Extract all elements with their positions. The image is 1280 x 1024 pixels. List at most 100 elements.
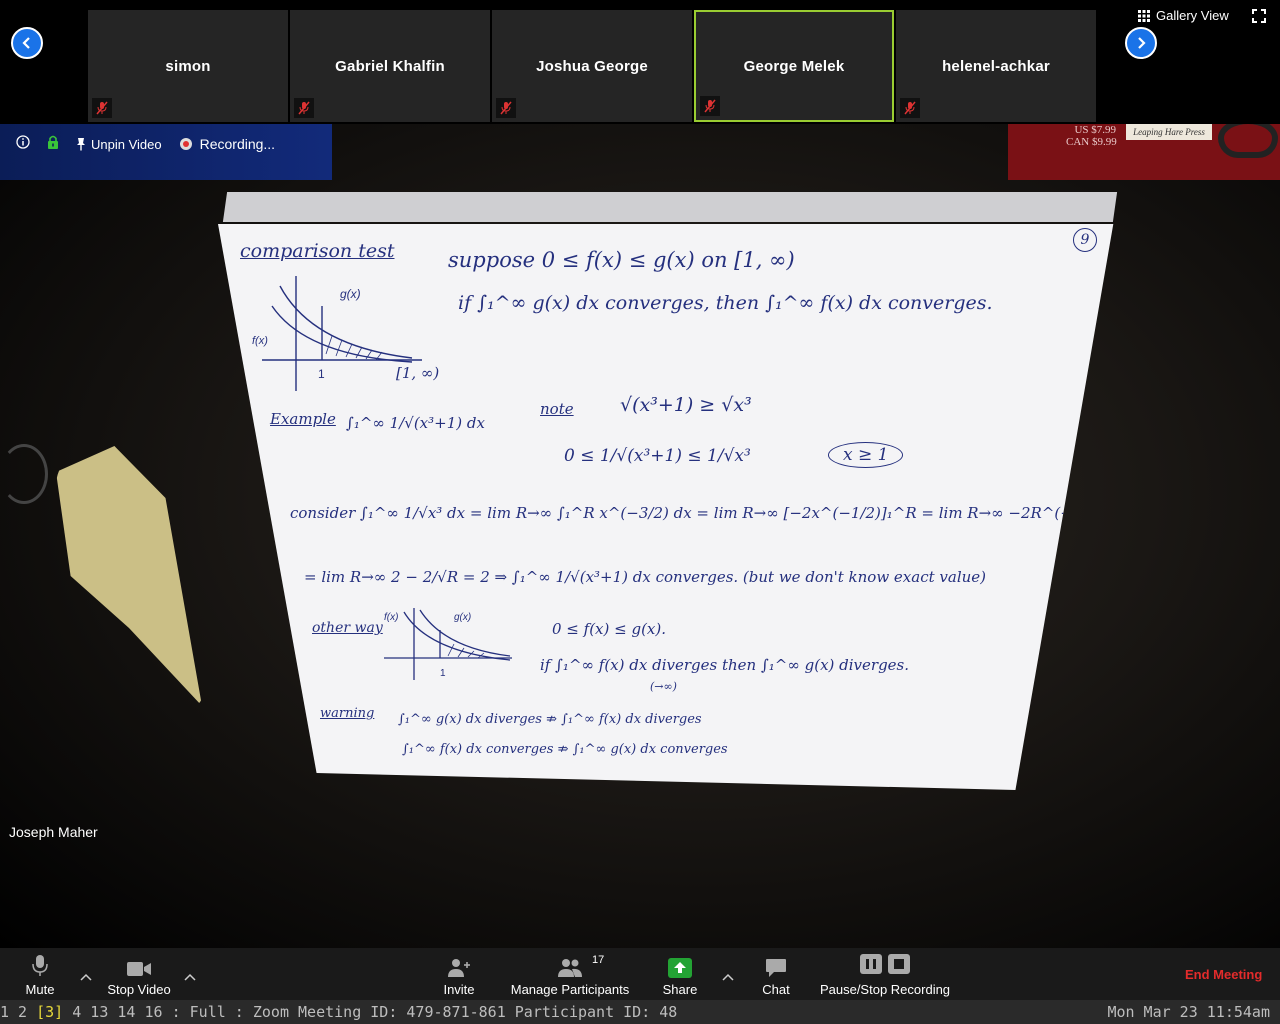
- participant-name: George Melek: [743, 57, 845, 75]
- participant-tile[interactable]: simon: [88, 10, 288, 122]
- notes-line: ∫₁^∞ g(x) dx diverges ⇏ ∫₁^∞ f(x) dx div…: [398, 712, 702, 727]
- notes-title: comparison test: [240, 240, 395, 262]
- fullscreen-button[interactable]: [1252, 9, 1266, 28]
- end-meeting-button[interactable]: End Meeting: [1185, 967, 1262, 982]
- desk-object: [0, 444, 48, 504]
- recording-label: Recording...: [199, 136, 276, 152]
- video-camera-icon: [127, 962, 151, 976]
- book-cover: US $7.99 CAN $9.99 Leaping Hare Press: [1008, 124, 1280, 180]
- notes-line: [1, ∞): [396, 364, 440, 382]
- mute-button[interactable]: Mute: [20, 948, 60, 1000]
- share-options-caret[interactable]: [722, 968, 734, 986]
- meeting-info-icon[interactable]: [16, 134, 30, 154]
- participant-count-badge: 17: [592, 954, 605, 966]
- main-video: US $7.99 CAN $9.99 Leaping Hare Press 9 …: [0, 124, 1280, 948]
- pause-stop-recording-button[interactable]: Pause/Stop Recording: [818, 948, 952, 1000]
- chat-button[interactable]: Chat: [758, 948, 794, 1000]
- pause-stop-recording-label: Pause/Stop Recording: [819, 982, 951, 997]
- window-manager-statusbar: 1 2 [3] 4 13 14 16 : Full : Zoom Meeting…: [0, 1000, 1280, 1024]
- notes-line: note: [540, 400, 574, 418]
- manage-participants-button[interactable]: Manage Participants: [508, 948, 632, 1000]
- notes-line: Example: [270, 410, 336, 428]
- muted-mic-icon: [700, 96, 720, 116]
- stop-video-label: Stop Video: [107, 982, 171, 997]
- chevron-right-icon: [1138, 37, 1146, 49]
- share-button[interactable]: Share: [660, 948, 700, 1000]
- participant-tile-active-speaker[interactable]: George Melek: [694, 10, 894, 122]
- mute-label: Mute: [25, 982, 55, 997]
- previous-page-button[interactable]: [11, 27, 43, 59]
- gallery-view-button[interactable]: Gallery View: [1138, 8, 1229, 23]
- book-tag: Leaping Hare Press: [1126, 124, 1212, 140]
- participant-name: helenel-achkar: [942, 57, 1050, 75]
- recording-controls: [860, 954, 910, 978]
- video-options-caret[interactable]: [184, 968, 196, 986]
- svg-text:1: 1: [318, 367, 325, 381]
- svg-text:1: 1: [440, 668, 446, 679]
- window-title: 4 13 14 16 : Full : Zoom Meeting ID: 479…: [63, 1003, 678, 1021]
- participant-tile[interactable]: Joshua George: [492, 10, 692, 122]
- paper-stack: [222, 192, 1118, 222]
- microphone-icon: [32, 955, 48, 976]
- chevron-left-icon: [22, 37, 30, 49]
- notes-line: 0 ≤ f(x) ≤ g(x).: [552, 620, 667, 638]
- notes-line: = lim R→∞ 2 − 2/√R = 2 ⇒ ∫₁^∞ 1/√(x³+1) …: [304, 568, 987, 586]
- participant-name: Gabriel Khalfin: [335, 57, 445, 75]
- encryption-lock-icon[interactable]: [46, 134, 60, 155]
- pin-icon: [77, 138, 85, 151]
- book-price: US $7.99 CAN $9.99: [1066, 124, 1117, 148]
- svg-text:f(x): f(x): [384, 612, 398, 623]
- chevron-up-icon: [184, 973, 196, 981]
- add-user-icon: [448, 959, 470, 977]
- notes-line: ∫₁^∞ 1/√(x³+1) dx: [346, 414, 485, 432]
- chat-bubble-icon: [766, 959, 786, 977]
- share-screen-icon: [668, 958, 692, 978]
- svg-text:f(x): f(x): [252, 335, 268, 347]
- next-page-button[interactable]: [1125, 27, 1157, 59]
- muted-mic-icon: [92, 98, 112, 118]
- gallery-strip: simon Gabriel Khalfin Joshua George Geor…: [0, 0, 1280, 124]
- participant-name: Joshua George: [536, 57, 648, 75]
- unpin-video-label: Unpin Video: [91, 136, 162, 152]
- participants-icon: [558, 959, 582, 977]
- binder-clip: [1218, 124, 1278, 158]
- invite-button[interactable]: Invite: [440, 948, 478, 1000]
- notes-line: ∫₁^∞ f(x) dx converges ⇏ ∫₁^∞ g(x) dx co…: [402, 742, 728, 757]
- workspace-list[interactable]: 1 2: [0, 1003, 36, 1021]
- chevron-up-icon: [80, 973, 92, 981]
- active-workspace[interactable]: [3]: [36, 1003, 63, 1021]
- notes-line: 0 ≤ 1/√(x³+1) ≤ 1/√x³: [564, 446, 751, 466]
- participant-tile[interactable]: helenel-achkar: [896, 10, 1096, 122]
- invite-label: Invite: [443, 982, 475, 997]
- grid-icon: [1138, 9, 1150, 22]
- notes-paper: 9 comparison test suppose 0 ≤ f(x) ≤ g(x…: [218, 224, 1114, 790]
- record-icon: [179, 138, 192, 150]
- video-top-bar: Unpin Video Recording...: [0, 124, 332, 180]
- fullscreen-icon: [1252, 9, 1266, 23]
- other-way-graph-sketch: f(x) g(x) 1: [384, 608, 512, 680]
- stop-icon: [888, 954, 910, 974]
- glove: [56, 446, 202, 706]
- audio-options-caret[interactable]: [80, 968, 92, 986]
- notes-line: warning: [320, 706, 375, 721]
- pause-icon: [860, 954, 882, 974]
- svg-text:g(x): g(x): [340, 287, 361, 301]
- participant-tile[interactable]: Gabriel Khalfin: [290, 10, 490, 122]
- notes-line: if ∫₁^∞ g(x) dx converges, then ∫₁^∞ f(x…: [458, 292, 993, 314]
- muted-mic-icon: [900, 98, 920, 118]
- clock: Mon Mar 23 11:54am: [1107, 1003, 1270, 1021]
- chevron-up-icon: [722, 973, 734, 981]
- notes-line: consider ∫₁^∞ 1/√x³ dx = lim R→∞ ∫₁^R x^…: [290, 504, 1148, 522]
- notes-line: √(x³+1) ≥ √x³: [620, 394, 752, 416]
- muted-mic-icon: [496, 98, 516, 118]
- speaker-name: Joseph Maher: [9, 824, 98, 840]
- notes-line: (→∞): [650, 680, 677, 693]
- chat-label: Chat: [762, 982, 790, 997]
- notes-line: x ≥ 1: [828, 442, 904, 468]
- stop-video-button[interactable]: Stop Video: [104, 948, 174, 1000]
- notes-line: if ∫₁^∞ f(x) dx diverges then ∫₁^∞ g(x) …: [540, 656, 910, 674]
- gallery-view-label: Gallery View: [1156, 8, 1229, 23]
- recording-indicator[interactable]: Recording...: [179, 136, 276, 152]
- unpin-video-button[interactable]: Unpin Video: [76, 137, 162, 152]
- manage-participants-label: Manage Participants: [510, 982, 630, 997]
